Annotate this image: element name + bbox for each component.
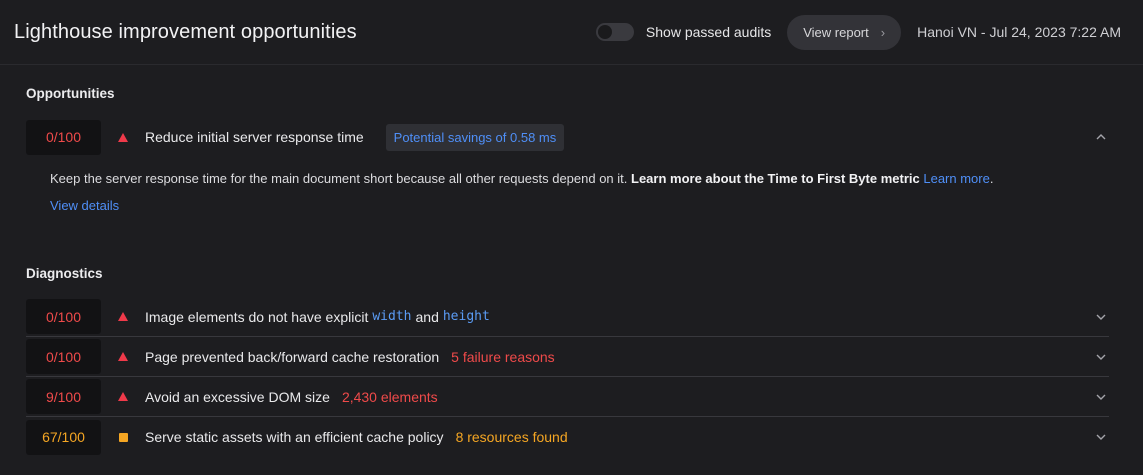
chevron-down-icon[interactable] bbox=[1095, 393, 1107, 401]
code-width: width bbox=[372, 309, 412, 324]
audit-description: Keep the server response time for the ma… bbox=[50, 171, 993, 186]
audit-title: Avoid an excessive DOM size bbox=[145, 388, 330, 405]
view-report-label: View report bbox=[803, 24, 869, 40]
fail-triangle-icon bbox=[118, 312, 128, 321]
chevron-down-icon[interactable] bbox=[1095, 433, 1107, 441]
audit-detail: 2,430 elements bbox=[341, 388, 438, 405]
report-meta: Hanoi VN - Jul 24, 2023 7:22 AM bbox=[917, 24, 1121, 40]
diagnostic-row-image-dimensions[interactable]: 0/100 Image elements do not have explici… bbox=[26, 297, 1109, 337]
average-square-icon bbox=[118, 432, 128, 442]
fail-triangle-icon bbox=[118, 132, 128, 142]
view-report-button[interactable]: View report › bbox=[787, 14, 902, 50]
diagnostic-row-bfcache[interactable]: 0/100 Page prevented back/forward cache … bbox=[26, 337, 1109, 377]
chevron-right-icon: › bbox=[880, 24, 886, 40]
audit-title: Page prevented back/forward cache restor… bbox=[145, 348, 440, 365]
audit-title: Reduce initial server response time bbox=[145, 129, 364, 145]
header-controls: Show passed audits View report › Hanoi V… bbox=[595, 14, 1121, 50]
score-badge: 0/100 bbox=[26, 299, 101, 334]
audit-title: Serve static assets with an efficient ca… bbox=[145, 429, 444, 445]
chevron-down-icon[interactable] bbox=[1095, 313, 1107, 321]
header: Lighthouse improvement opportunities Sho… bbox=[0, 0, 1143, 65]
audit-detail: 8 resources found bbox=[455, 429, 568, 445]
score-badge: 67/100 bbox=[26, 419, 101, 455]
audit-detail: 5 failure reasons bbox=[451, 348, 555, 365]
chevron-up-icon[interactable] bbox=[1095, 133, 1107, 141]
diagnostic-row-cache-policy[interactable]: 67/100 Serve static assets with an effic… bbox=[26, 417, 1109, 457]
audit-title-part2: and bbox=[415, 308, 439, 325]
toggle-label[interactable]: Show passed audits bbox=[646, 24, 771, 40]
score-badge: 0/100 bbox=[26, 339, 101, 374]
diagnostics-heading: Diagnostics bbox=[26, 266, 103, 281]
description-text: Keep the server response time for the ma… bbox=[50, 171, 632, 186]
savings-badge: Potential savings of 0.58 ms bbox=[385, 123, 565, 151]
code-height: height bbox=[442, 309, 490, 324]
toggle-knob bbox=[597, 25, 612, 39]
description-end: . bbox=[989, 171, 994, 186]
fail-triangle-icon bbox=[118, 352, 128, 361]
show-passed-audits-toggle[interactable] bbox=[595, 23, 634, 41]
opportunity-row-server-response[interactable]: 0/100 Reduce initial server response tim… bbox=[26, 119, 1109, 155]
score-badge: 9/100 bbox=[26, 379, 101, 414]
diagnostic-row-dom-size[interactable]: 9/100 Avoid an excessive DOM size 2,430 … bbox=[26, 377, 1109, 417]
chevron-down-icon[interactable] bbox=[1095, 353, 1107, 361]
description-bold: Learn more about the Time to First Byte … bbox=[631, 171, 920, 186]
fail-triangle-icon bbox=[118, 392, 128, 401]
audit-title-part1: Image elements do not have explicit bbox=[145, 308, 369, 325]
score-badge: 0/100 bbox=[26, 119, 101, 155]
page-title: Lighthouse improvement opportunities bbox=[14, 20, 357, 43]
learn-more-link[interactable]: Learn more bbox=[923, 171, 989, 186]
view-details-link[interactable]: View details bbox=[50, 198, 119, 213]
opportunities-heading: Opportunities bbox=[26, 86, 115, 101]
